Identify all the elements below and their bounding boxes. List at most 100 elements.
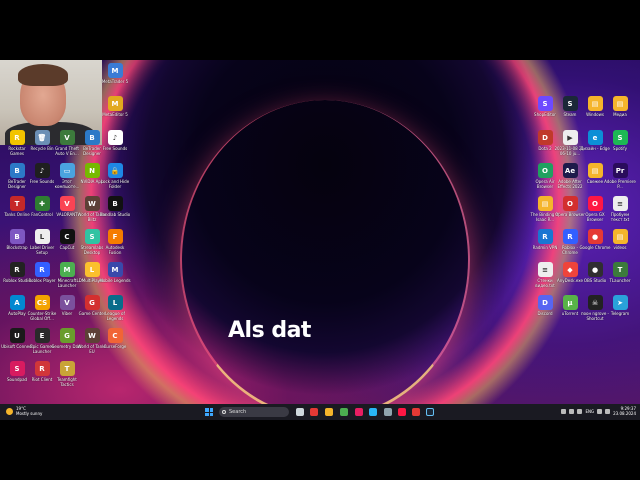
desktop-shortcut[interactable]: T Teamfight Tactics bbox=[52, 361, 82, 391]
app-icon: ▤ bbox=[612, 96, 628, 111]
desktop-shortcut[interactable]: F Autodesk Fusion bbox=[100, 229, 130, 259]
app-icon: e bbox=[587, 130, 603, 145]
desktop-shortcut-label: Bandlab Studio bbox=[99, 212, 131, 217]
app-icon: R bbox=[9, 130, 25, 145]
app-icon: T bbox=[612, 262, 628, 277]
desktop-shortcut[interactable]: C CurseForge bbox=[100, 328, 130, 358]
system-tray: ENG 9:29:37 23.08.2024 bbox=[561, 406, 636, 416]
desktop-shortcut[interactable]: Pr Adobe Premiere P... bbox=[604, 163, 636, 193]
start-button[interactable] bbox=[205, 408, 213, 416]
opera-gx-icon[interactable] bbox=[398, 408, 406, 416]
taskbar-app-icon[interactable] bbox=[384, 408, 392, 416]
weather-widget[interactable]: 19°C Mostly sunny bbox=[6, 406, 42, 416]
taskbar-app-icon[interactable] bbox=[340, 408, 348, 416]
app-icon: 🗑 bbox=[34, 130, 50, 145]
app-icon: ▤ bbox=[537, 196, 553, 211]
app-icon: Pr bbox=[612, 163, 628, 178]
desktop-shortcut-label: Teamfight Tactics bbox=[57, 377, 77, 387]
weather-desc: Mostly sunny bbox=[16, 411, 43, 416]
desktop-shortcut[interactable]: ♪ Free Sounds bbox=[100, 130, 130, 160]
wallpaper-arc bbox=[180, 100, 470, 420]
desktop-shortcut[interactable]: ≡ Пробуем текст.txt bbox=[605, 196, 635, 226]
app-icon: M bbox=[59, 262, 75, 277]
task-view-icon[interactable] bbox=[296, 408, 304, 416]
desktop-shortcut[interactable]: M MetaEditor 5 bbox=[100, 96, 130, 126]
app-icon: U bbox=[9, 328, 25, 343]
app-icon: S bbox=[84, 229, 100, 244]
app-icon: ☠ bbox=[587, 295, 603, 310]
app-icon: W bbox=[84, 328, 100, 343]
chevron-up-icon[interactable] bbox=[561, 408, 567, 414]
taskbar-search[interactable]: Search bbox=[219, 407, 289, 417]
desktop-shortcut[interactable]: B Bandlab Studio bbox=[100, 196, 130, 226]
app-icon: N bbox=[84, 163, 100, 178]
desktop-shortcut-label: Медиа bbox=[613, 112, 627, 117]
app-icon: ● bbox=[587, 262, 603, 277]
app-icon: B bbox=[107, 196, 123, 211]
app-icon: ➤ bbox=[612, 295, 628, 310]
app-icon: L bbox=[107, 295, 123, 310]
steam-icon[interactable] bbox=[426, 408, 434, 416]
app-icon: ▤ bbox=[612, 229, 628, 244]
tray-app-icon[interactable] bbox=[577, 408, 583, 414]
app-icon: ▤ bbox=[587, 96, 603, 111]
taskbar-app-icon[interactable] bbox=[310, 408, 318, 416]
app-icon: ≡ bbox=[537, 262, 553, 277]
app-icon: S bbox=[562, 96, 578, 111]
desktop-shortcut-label: Telegram bbox=[610, 311, 630, 316]
desktop-shortcut[interactable]: ▤ videos bbox=[605, 229, 635, 259]
app-icon: D bbox=[537, 295, 553, 310]
app-icon: A bbox=[9, 295, 25, 310]
language-indicator[interactable]: ENG bbox=[585, 409, 594, 414]
file-explorer-icon[interactable] bbox=[325, 408, 333, 416]
app-icon: T bbox=[9, 196, 25, 211]
app-icon: M bbox=[107, 262, 123, 277]
app-icon: W bbox=[84, 196, 100, 211]
app-icon: ▤ bbox=[587, 163, 603, 178]
taskbar-app-icon[interactable] bbox=[369, 408, 377, 416]
app-icon: 🔒 bbox=[107, 163, 123, 178]
desktop-shortcut[interactable]: V Grand Theft Auto V En... bbox=[52, 130, 82, 160]
app-icon: CS bbox=[34, 295, 50, 310]
webcam-person-hair bbox=[18, 64, 68, 86]
desktop-shortcut-label: Пробуем текст.txt bbox=[610, 212, 630, 222]
desktop-shortcut-label: Free Sounds bbox=[102, 146, 128, 151]
desktop-shortcut-label: MetaTrader 5 bbox=[101, 79, 129, 84]
desktop-shortcut[interactable]: L League of Legends bbox=[100, 295, 130, 325]
sun-icon bbox=[6, 407, 13, 415]
desktop-shortcut[interactable]: M MetaTrader 5 bbox=[100, 63, 130, 93]
desktop-shortcut[interactable]: T TLauncher bbox=[605, 262, 635, 292]
clock[interactable]: 9:29:37 23.08.2024 bbox=[613, 406, 636, 416]
app-icon: B bbox=[9, 229, 25, 244]
chrome-icon[interactable] bbox=[412, 408, 420, 416]
desktop-shortcut-label: Adobe Premiere P... bbox=[604, 179, 636, 189]
desktop-shortcut-label: CurseForge bbox=[103, 344, 127, 349]
app-icon: ≡ bbox=[612, 196, 628, 211]
app-icon: G bbox=[84, 295, 100, 310]
app-icon: B bbox=[9, 163, 25, 178]
volume-icon[interactable] bbox=[605, 408, 611, 414]
desktop-shortcut[interactable]: S Spotify bbox=[605, 130, 635, 160]
app-icon: E bbox=[34, 328, 50, 343]
taskbar-app-icon[interactable] bbox=[355, 408, 363, 416]
desktop-shortcut-label: Mobile Legends bbox=[99, 278, 131, 283]
app-icon: M bbox=[107, 96, 123, 111]
app-icon: G bbox=[59, 328, 75, 343]
app-icon: C bbox=[59, 229, 75, 244]
desktop-shortcut[interactable]: 🔒 Lock and Hide Folder bbox=[100, 163, 130, 193]
network-icon[interactable] bbox=[597, 408, 603, 414]
desktop-shortcut[interactable]: ▤ Медиа bbox=[605, 96, 635, 126]
app-icon: L bbox=[34, 229, 50, 244]
desktop-shortcut-label: Spotify bbox=[613, 146, 627, 151]
app-icon: R bbox=[34, 262, 50, 277]
app-icon: T bbox=[59, 361, 75, 376]
app-icon: ♪ bbox=[107, 130, 123, 145]
app-icon: S bbox=[9, 361, 25, 376]
app-icon: μ bbox=[562, 295, 578, 310]
app-icon: ▶ bbox=[562, 130, 578, 145]
desktop-shortcut-label: MetaEditor 5 bbox=[102, 112, 128, 117]
desktop-shortcut[interactable]: M Mobile Legends bbox=[99, 262, 131, 292]
tray-app-icon[interactable] bbox=[569, 408, 575, 414]
app-icon: B bbox=[84, 130, 100, 145]
desktop-shortcut[interactable]: ➤ Telegram bbox=[605, 295, 635, 325]
